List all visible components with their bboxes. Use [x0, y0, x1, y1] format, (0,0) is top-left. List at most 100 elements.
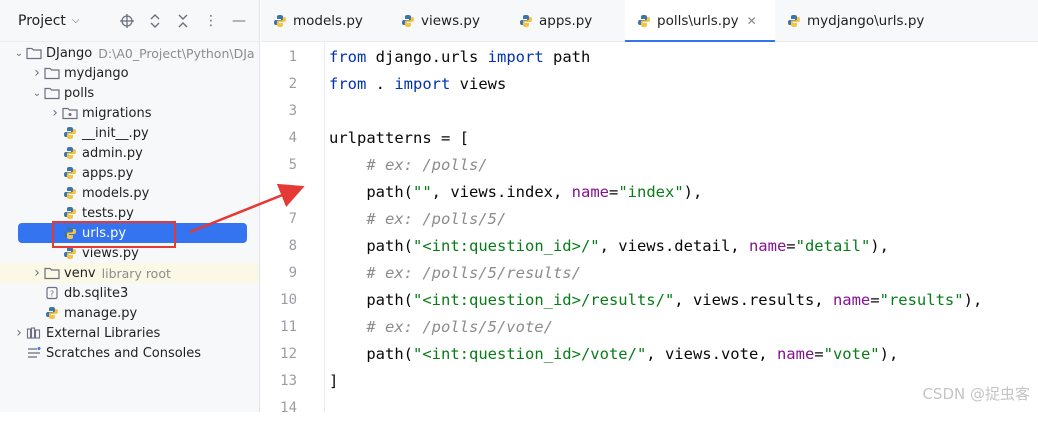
code-token: "detail": [795, 237, 871, 255]
code-token: =: [814, 345, 824, 363]
chevron-right-icon[interactable]: ›: [30, 265, 44, 281]
folder-icon: [44, 85, 60, 101]
chevron-down-icon[interactable]: ⌄: [12, 48, 26, 59]
chevron-right-icon[interactable]: ›: [12, 325, 26, 341]
tree-item-label: venv: [64, 265, 96, 281]
code-token: "index": [618, 183, 684, 201]
editor-tab[interactable]: views.py: [389, 0, 507, 41]
tree-item[interactable]: › migrations: [0, 103, 259, 123]
chevron-down-icon[interactable]: ⌄: [30, 88, 44, 99]
tree-item[interactable]: views.py: [0, 243, 259, 263]
tree-item[interactable]: › External Libraries: [0, 323, 259, 343]
code-line[interactable]: # ex: /polls/5/: [329, 206, 506, 233]
editor-tab[interactable]: apps.py: [507, 0, 625, 41]
tree-item[interactable]: › mydjango: [0, 63, 259, 83]
code-token: path: [543, 48, 591, 66]
tree-item-label: apps.py: [82, 165, 134, 181]
tree-item[interactable]: ? db.sqlite3: [0, 283, 259, 303]
editor-tab[interactable]: models.py: [261, 0, 389, 41]
tree-item[interactable]: › venv library root: [0, 263, 259, 283]
line-number: 3: [288, 103, 297, 119]
tree-item[interactable]: __init__.py: [0, 123, 259, 143]
line-number: 9: [288, 265, 297, 281]
tree-item[interactable]: manage.py: [0, 303, 259, 323]
chevron-right-icon[interactable]: ›: [30, 65, 44, 81]
tree-item-label: db.sqlite3: [64, 285, 129, 301]
tree-item-label: tests.py: [82, 205, 134, 221]
tree-item-label: __init__.py: [82, 125, 149, 141]
tree-item[interactable]: Scratches and Consoles: [0, 343, 259, 363]
code-token: django.urls: [366, 48, 488, 66]
code-token: =: [870, 291, 880, 309]
python-file-icon: [401, 14, 415, 28]
code-line[interactable]: # ex: /polls/5/results/: [329, 260, 581, 287]
code-token: .: [366, 75, 395, 93]
code-token: , views.results,: [674, 291, 833, 309]
code-line[interactable]: path("<int:question_id>/", views.detail,…: [329, 233, 889, 260]
code-line[interactable]: from django.urls import path: [329, 44, 590, 71]
code-token: urlpatterns = [: [329, 129, 469, 147]
code-line[interactable]: path("<int:question_id>/vote/", views.vo…: [329, 341, 898, 368]
code-token: =: [786, 237, 796, 255]
python-file-icon: [62, 125, 78, 141]
line-number: 10: [280, 292, 297, 308]
locate-icon[interactable]: [119, 13, 135, 29]
code-token: =: [608, 183, 619, 201]
code-token: # ex: /polls/: [366, 156, 488, 174]
code-token: path(: [329, 183, 413, 201]
python-file-icon: [62, 225, 78, 241]
panel-toolbar: ⋮ —: [119, 0, 247, 42]
more-options-icon[interactable]: ⋮: [203, 13, 219, 29]
close-icon[interactable]: ✕: [747, 14, 757, 28]
code-token: , views.index,: [431, 183, 572, 201]
tree-item[interactable]: ⌄ DJango D:\A0_Project\Python\DJa: [0, 43, 259, 63]
expand-all-icon[interactable]: [147, 13, 163, 29]
code-line[interactable]: # ex: /polls/5/vote/: [329, 314, 553, 341]
editor-tab[interactable]: mydjango\urls.py: [775, 0, 924, 41]
python-file-icon: [62, 145, 78, 161]
chevron-right-icon[interactable]: ›: [48, 105, 62, 121]
python-file-icon: [787, 14, 801, 28]
line-number: 5: [288, 157, 297, 173]
tree-item[interactable]: tests.py: [0, 203, 259, 223]
tree-item[interactable]: admin.py: [0, 143, 259, 163]
code-token: import: [487, 48, 544, 66]
code-token: "<int:question_id>/": [413, 237, 600, 255]
python-file-icon: [519, 14, 533, 28]
chevron-down-icon[interactable]: ⌵: [72, 15, 80, 26]
tree-item[interactable]: ⌄ polls: [0, 83, 259, 103]
project-panel-title[interactable]: Project: [18, 13, 66, 29]
code-token: ),: [963, 291, 983, 309]
tree-item-label: models.py: [82, 185, 150, 201]
python-file-icon: [44, 305, 60, 321]
tree-item-label: migrations: [82, 105, 152, 121]
line-number: 8: [288, 238, 297, 254]
tree-item-hint: D:\A0_Project\Python\DJa: [98, 45, 255, 61]
folder-icon: [44, 65, 60, 81]
code-line[interactable]: # ex: /polls/: [329, 152, 488, 179]
tree-item[interactable]: urls.py: [18, 223, 247, 243]
code-token: , views.detail,: [599, 237, 749, 255]
python-file-icon: [273, 14, 287, 28]
line-number: 14: [280, 400, 297, 416]
code-token: name: [832, 291, 871, 309]
tree-item-label: urls.py: [82, 225, 127, 241]
code-line[interactable]: from . import views: [329, 71, 506, 98]
line-number: 12: [280, 346, 297, 362]
tree-item-label: manage.py: [64, 305, 138, 321]
tab-label: views.py: [421, 12, 480, 29]
code-line[interactable]: urlpatterns = [: [329, 125, 469, 152]
code-editor[interactable]: 1 2 3 4 5 6 7 8 9 10 11 12 13 14 from django.urls imp…: [261, 42, 1038, 416]
minimize-icon[interactable]: —: [231, 13, 247, 29]
code-line[interactable]: path("", views.index, name="index"),: [329, 179, 702, 206]
code-token: # ex: /polls/5/results/: [366, 264, 581, 282]
line-number: 1: [288, 49, 297, 65]
code-line[interactable]: path("<int:question_id>/results/", views…: [329, 287, 982, 314]
tree-item[interactable]: models.py: [0, 183, 259, 203]
editor-tab[interactable]: polls\urls.py ✕: [625, 0, 775, 42]
collapse-all-icon[interactable]: [175, 13, 191, 29]
code-line[interactable]: ]: [329, 368, 338, 395]
line-number: 2: [288, 76, 297, 92]
tree-item[interactable]: apps.py: [0, 163, 259, 183]
